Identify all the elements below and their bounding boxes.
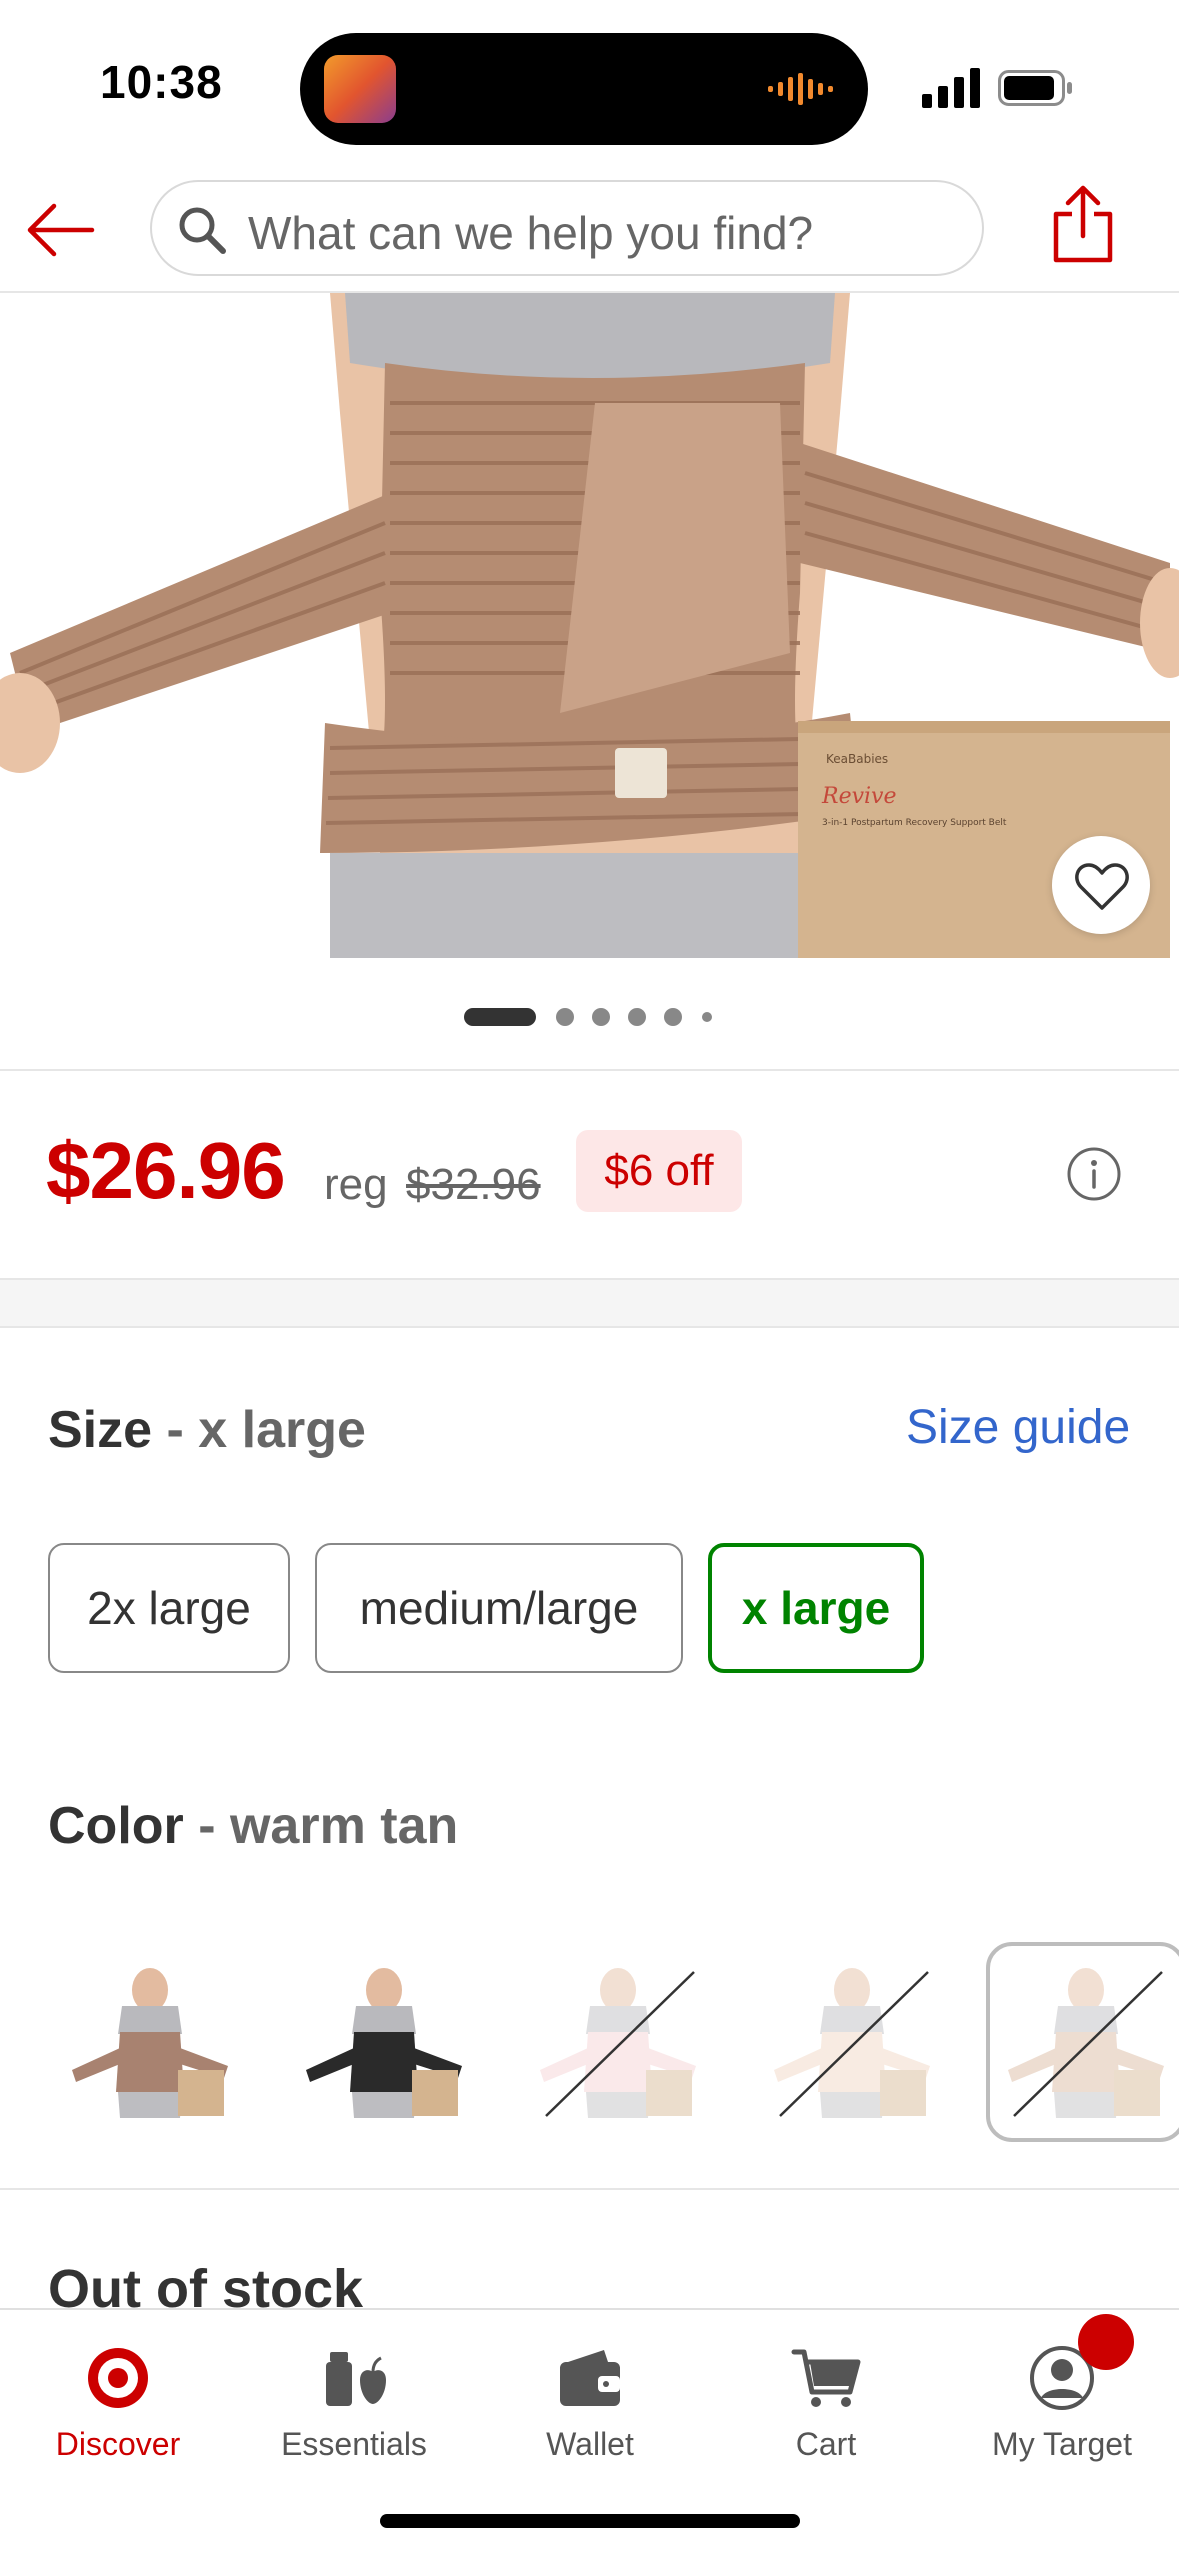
regular-price-label: reg bbox=[324, 1160, 388, 1209]
tab-wallet[interactable]: Wallet bbox=[472, 2310, 708, 2510]
cellular-signal-icon bbox=[922, 68, 980, 108]
size-option-2x-large[interactable]: 2x large bbox=[48, 1543, 290, 1673]
size-selected-value: x large bbox=[198, 1401, 366, 1459]
tab-label: Essentials bbox=[281, 2426, 427, 2462]
gallery-pagination bbox=[0, 1000, 1179, 1030]
product-image-gallery[interactable]: KeaBabies Revive 3-in-1 Postpartum Recov… bbox=[0, 293, 1179, 958]
now-playing-artwork bbox=[324, 55, 396, 123]
color-swatch[interactable] bbox=[50, 1942, 250, 2142]
color-separator: - bbox=[183, 1797, 230, 1855]
section-separator bbox=[0, 1278, 1179, 1328]
swatch-thumbnail bbox=[986, 1942, 1179, 2142]
pagination-dot[interactable] bbox=[556, 1008, 574, 1026]
target-logo-icon bbox=[88, 2348, 148, 2408]
tab-label: Discover bbox=[55, 2426, 181, 2462]
status-time: 10:38 bbox=[100, 56, 223, 108]
size-option-x-large[interactable]: x large bbox=[708, 1543, 924, 1673]
battery-icon bbox=[998, 70, 1072, 106]
search-input[interactable]: What can we help you find? bbox=[150, 180, 984, 276]
divider bbox=[0, 1069, 1179, 1071]
color-swatch-unavailable[interactable] bbox=[752, 1942, 952, 2142]
wallet-icon bbox=[560, 2350, 620, 2406]
tab-cart[interactable]: Cart bbox=[708, 2310, 944, 2510]
product-photo: KeaBabies Revive 3-in-1 Postpartum Recov… bbox=[0, 293, 1179, 958]
svg-text:KeaBabies: KeaBabies bbox=[826, 752, 888, 766]
color-label: Color bbox=[48, 1797, 184, 1855]
discount-badge: $6 off bbox=[576, 1130, 742, 1212]
swatch-thumbnail bbox=[752, 1942, 952, 2142]
size-guide-link[interactable]: Size guide bbox=[906, 1400, 1130, 1455]
cart-icon bbox=[791, 2349, 861, 2407]
pagination-dot[interactable] bbox=[628, 1008, 646, 1026]
swatch-thumbnail bbox=[284, 1942, 484, 2142]
essentials-icon bbox=[326, 2352, 386, 2406]
pagination-dot-active[interactable] bbox=[464, 1008, 536, 1026]
swatch-thumbnail bbox=[518, 1942, 718, 2142]
divider bbox=[0, 2188, 1179, 2190]
tab-label: My Target bbox=[992, 2426, 1132, 2462]
tab-label: Wallet bbox=[546, 2426, 634, 2462]
color-swatch[interactable] bbox=[284, 1942, 484, 2142]
svg-text:3-in-1 Postpartum Recovery Sup: 3-in-1 Postpartum Recovery Support Belt bbox=[822, 818, 1007, 828]
tab-my-target[interactable]: My Target bbox=[944, 2310, 1179, 2510]
back-arrow-icon[interactable] bbox=[22, 192, 98, 268]
heart-icon bbox=[1075, 863, 1129, 910]
size-separator: - bbox=[152, 1401, 199, 1459]
regular-price: $32.96 bbox=[406, 1160, 541, 1209]
color-heading: Color - warm tan bbox=[48, 1796, 458, 1856]
home-indicator bbox=[380, 2514, 800, 2528]
current-price: $26.96 bbox=[46, 1126, 286, 1215]
pagination-dot[interactable] bbox=[702, 1012, 712, 1022]
tab-discover[interactable]: Discover bbox=[0, 2310, 236, 2510]
pagination-dot[interactable] bbox=[592, 1008, 610, 1026]
top-nav: What can we help you find? bbox=[0, 170, 1179, 293]
share-icon[interactable] bbox=[1050, 184, 1116, 264]
info-icon[interactable] bbox=[1066, 1146, 1122, 1202]
color-selected-value: warm tan bbox=[229, 1797, 459, 1855]
color-swatch-selected[interactable] bbox=[986, 1942, 1179, 2142]
dynamic-island[interactable] bbox=[300, 33, 868, 145]
pagination-dot[interactable] bbox=[664, 1008, 682, 1026]
search-placeholder: What can we help you find? bbox=[248, 207, 814, 259]
tab-label: Cart bbox=[795, 2426, 857, 2462]
notification-badge bbox=[1078, 2314, 1134, 2370]
color-swatch-unavailable[interactable] bbox=[518, 1942, 718, 2142]
audio-waveform-icon bbox=[768, 73, 833, 105]
status-bar: 10:38 bbox=[0, 0, 1179, 170]
size-option-medium-large[interactable]: medium/large bbox=[315, 1543, 683, 1673]
swatch-thumbnail bbox=[50, 1942, 250, 2142]
size-label: Size bbox=[48, 1401, 153, 1459]
favorite-button[interactable] bbox=[1052, 836, 1150, 934]
size-heading: Size - x large bbox=[48, 1400, 366, 1460]
svg-text:Revive: Revive bbox=[821, 784, 897, 809]
search-icon bbox=[179, 207, 226, 254]
tab-essentials[interactable]: Essentials bbox=[236, 2310, 472, 2510]
